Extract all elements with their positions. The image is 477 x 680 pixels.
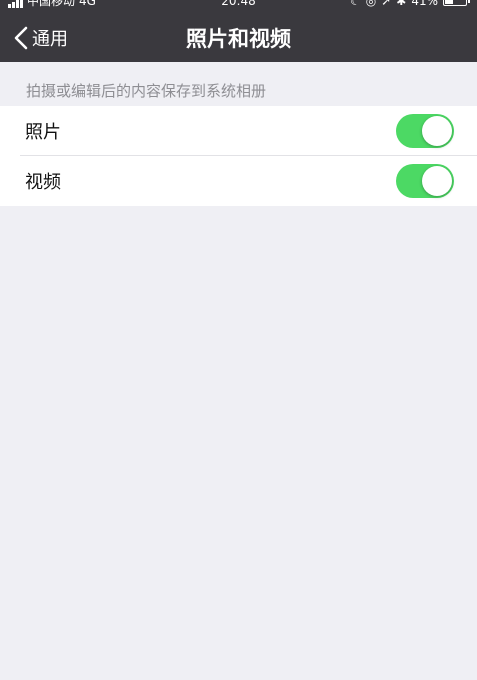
moon-icon: ☾: [349, 0, 361, 8]
row-label-videos: 视频: [25, 172, 61, 193]
row-label-photos: 照片: [25, 122, 61, 143]
page-title: 照片和视频: [186, 27, 291, 51]
bluetooth-icon: ✱: [396, 0, 407, 8]
lock-rotation-icon: ◎: [365, 0, 377, 8]
battery-percent: 41%: [411, 0, 438, 8]
battery-icon: [443, 0, 470, 6]
settings-group: 照片 视频: [0, 106, 477, 206]
row-photos: 照片: [0, 106, 477, 156]
toggle-knob: [422, 166, 452, 196]
status-bar: 中国移动 4G 20:48 ☾ ◎ ➚ ✱ 41%: [0, 0, 477, 8]
section-header: 拍摄或编辑后的内容保存到系统相册: [26, 82, 267, 100]
location-icon: ➚: [381, 0, 392, 8]
row-videos: 视频: [0, 156, 477, 206]
toggle-knob: [422, 116, 452, 146]
videos-toggle[interactable]: [396, 164, 454, 198]
navigation-bar: 中国移动 4G 20:48 ☾ ◎ ➚ ✱ 41% 通用 照片和视频: [0, 0, 477, 62]
status-right: ☾ ◎ ➚ ✱ 41%: [349, 0, 470, 8]
photos-toggle[interactable]: [396, 114, 454, 148]
